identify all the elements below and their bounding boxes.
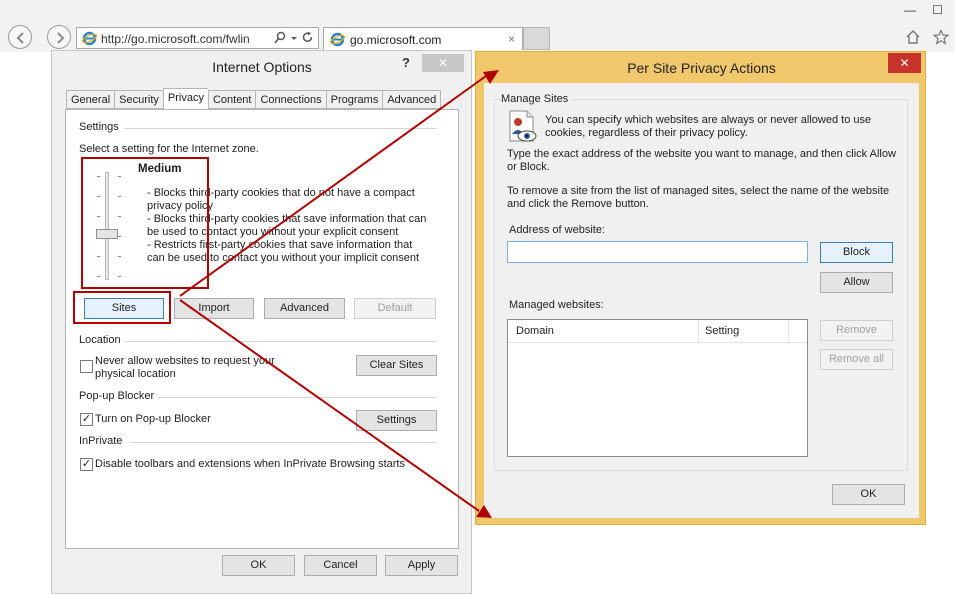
column-setting[interactable]: Setting — [705, 325, 739, 337]
column-separator[interactable] — [788, 320, 789, 343]
cancel-button[interactable]: Cancel — [304, 555, 377, 576]
tab-security[interactable]: Security — [114, 90, 163, 109]
address-input[interactable] — [507, 241, 808, 263]
minimize-icon[interactable]: — — [904, 3, 916, 17]
forward-button[interactable] — [47, 25, 71, 49]
window-controls: — ☐ — [904, 3, 943, 17]
default-button[interactable]: Default — [354, 298, 436, 319]
settings-divider — [124, 128, 437, 129]
managed-websites-table[interactable]: Domain Setting — [507, 319, 808, 457]
text-line: Type the exact address of the website yo… — [507, 148, 896, 160]
popup-blocker-checkbox[interactable]: ✓ — [80, 413, 93, 426]
location-checkbox[interactable] — [80, 360, 93, 373]
popup-settings-button[interactable]: Settings — [356, 410, 437, 431]
remove-all-button[interactable]: Remove all — [820, 349, 893, 370]
import-button[interactable]: Import — [174, 298, 254, 319]
browser-tab[interactable]: go.microsoft.com × — [323, 27, 523, 50]
column-domain[interactable]: Domain — [516, 325, 554, 337]
dialog-titlebar: Internet Options ? ✕ — [52, 51, 471, 81]
back-button[interactable] — [8, 25, 32, 49]
column-separator[interactable] — [698, 320, 699, 343]
refresh-icon[interactable] — [302, 31, 314, 45]
maximize-icon[interactable]: ☐ — [932, 3, 943, 17]
remove-instructions-text: To remove a site from the list of manage… — [507, 185, 889, 211]
label-line: physical location — [95, 368, 176, 380]
ie-logo-icon — [330, 32, 345, 47]
intro-text: You can specify which websites are alway… — [545, 114, 871, 140]
manage-sites-label: Manage Sites — [501, 93, 573, 105]
popup-blocker-checkbox-label: Turn on Pop-up Blocker — [95, 413, 211, 425]
settings-hint: Select a setting for the Internet zone. — [79, 143, 263, 155]
ie-logo-icon — [82, 31, 97, 46]
remove-button[interactable]: Remove — [820, 320, 893, 341]
help-icon[interactable]: ? — [402, 55, 410, 70]
location-group-label: Location — [79, 334, 125, 346]
close-icon[interactable]: ✕ — [422, 54, 464, 72]
dialog-title: Per Site Privacy Actions — [627, 60, 776, 76]
tab-close-icon[interactable]: × — [508, 32, 515, 46]
browser-toolbar: http://go.microsoft.com/fwlin go.microso… — [0, 0, 955, 52]
per-site-ok-button[interactable]: OK — [832, 484, 905, 505]
inprivate-group-label: InPrivate — [79, 435, 127, 447]
tab-bar: General Security Privacy Content Connect… — [66, 88, 442, 109]
block-button[interactable]: Block — [820, 242, 893, 263]
address-bar-icons — [274, 31, 314, 45]
managed-websites-label: Managed websites: — [509, 299, 604, 311]
highlight-box-slider — [81, 157, 209, 289]
tab-title: go.microsoft.com — [350, 33, 442, 47]
settings-group-label: Settings — [79, 121, 123, 133]
allow-button[interactable]: Allow — [820, 272, 893, 293]
instructions-text: Type the exact address of the website yo… — [507, 148, 896, 174]
forward-arrow-icon — [57, 32, 65, 44]
inprivate-divider — [130, 442, 437, 443]
popup-blocker-group-label: Pop-up Blocker — [79, 390, 159, 402]
favorites-star-icon[interactable] — [933, 29, 949, 45]
inprivate-checkbox[interactable]: ✓ — [80, 458, 93, 471]
apply-button[interactable]: Apply — [385, 555, 458, 576]
new-tab-button[interactable] — [523, 27, 550, 50]
advanced-button[interactable]: Advanced — [264, 298, 345, 319]
back-arrow-icon — [16, 32, 24, 44]
text-line: cookies, regardless of their privacy pol… — [545, 127, 748, 139]
browser-right-icons — [905, 29, 949, 45]
search-icon[interactable] — [274, 31, 286, 45]
text-line: or Block. — [507, 161, 550, 173]
home-icon[interactable] — [905, 29, 921, 45]
location-checkbox-label: Never allow websites to request your phy… — [95, 355, 275, 381]
close-icon[interactable]: ✕ — [888, 53, 921, 73]
inprivate-checkbox-label: Disable toolbars and extensions when InP… — [95, 458, 405, 470]
text-line: and click the Remove button. — [507, 198, 649, 210]
tab-programs[interactable]: Programs — [325, 90, 383, 109]
clear-sites-button[interactable]: Clear Sites — [356, 355, 437, 376]
privacy-document-icon — [509, 110, 537, 142]
tab-connections[interactable]: Connections — [255, 90, 326, 109]
location-divider — [124, 341, 437, 342]
tab-content[interactable]: Content — [207, 90, 256, 109]
address-bar[interactable]: http://go.microsoft.com/fwlin — [76, 27, 319, 49]
address-label: Address of website: — [509, 224, 605, 236]
tab-privacy[interactable]: Privacy — [162, 88, 208, 109]
text-line: You can specify which websites are alway… — [545, 114, 872, 126]
dropdown-icon[interactable] — [290, 31, 298, 45]
tab-advanced[interactable]: Advanced — [382, 90, 442, 109]
popup-divider — [154, 397, 437, 398]
text-line: To remove a site from the list of manage… — [507, 185, 890, 197]
ok-button[interactable]: OK — [222, 555, 295, 576]
url-text[interactable]: http://go.microsoft.com/fwlin — [101, 32, 250, 46]
label-line: Never allow websites to request your — [95, 355, 275, 367]
highlight-box-sites — [73, 291, 171, 324]
table-header: Domain Setting — [508, 320, 807, 343]
tab-general[interactable]: General — [66, 90, 115, 109]
